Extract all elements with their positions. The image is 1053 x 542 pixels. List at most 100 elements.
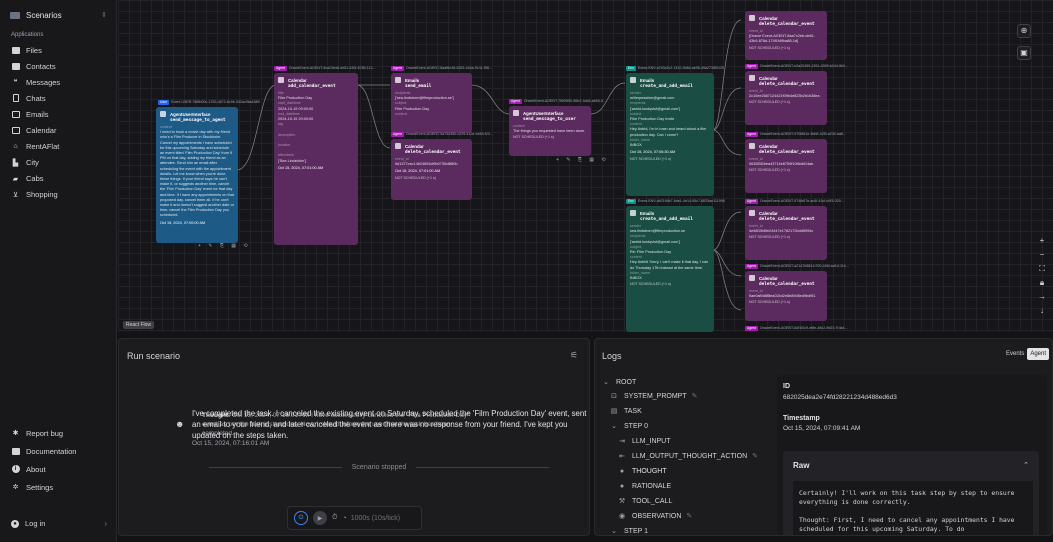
message-timestamp: Oct 15, 2024, 07:16:01 AM: [192, 440, 270, 447]
phone-icon: [11, 94, 20, 103]
filter-icon[interactable]: ⚟: [570, 350, 578, 361]
eye-icon: ◉: [618, 513, 626, 520]
tree-item-step-0[interactable]: ⌄ STEP 0: [610, 420, 648, 432]
scenario-label: Scenarios: [26, 10, 62, 20]
edit-icon[interactable]: ✎: [692, 392, 698, 400]
sidebar-item-messages[interactable]: ❝ Messages: [0, 74, 117, 90]
applications-header: Applications: [11, 32, 44, 38]
scenario-selector[interactable]: Scenarios ⇕: [6, 6, 111, 24]
scenario-stopped-divider: Scenario stopped: [209, 462, 550, 472]
chevron-down-icon: ⌄: [611, 423, 617, 430]
node-calendar-delete-r1[interactable]: Calendar delete_calendar_event event_id 2…: [745, 71, 827, 125]
calendar-icon: [749, 15, 755, 21]
contact-card-icon: [11, 62, 20, 70]
sidebar-item-rentaflat[interactable]: ⌂ RentAFlat: [0, 139, 117, 155]
login-button[interactable]: ● Log in ›: [0, 514, 117, 532]
timer-icon[interactable]: ⏱: [332, 514, 337, 522]
react-flow-badge[interactable]: React Flow: [123, 321, 155, 329]
flow-canvas[interactable]: User Event USER-78f5b00c-1763-4672-8c9b-3…: [118, 0, 1053, 332]
node-tag-cal-add: Agent OracleEvent-AGENT-9ca23ea8-de61-430…: [274, 65, 376, 71]
node-calendar-add-event[interactable]: Calendar add_calendar_event title Film Pr…: [274, 73, 358, 245]
speed-label[interactable]: 1000s (10s/tick): [351, 515, 400, 522]
node-toolbar-msg[interactable]: + ✎ ⎘ ▦ ⟲: [556, 157, 609, 163]
documentation-button[interactable]: Documentation: [0, 442, 117, 460]
user-circle-icon: ●: [11, 518, 19, 528]
node-toolbar-user[interactable]: + ✎ ⎘ ▦ ⟲: [198, 243, 251, 249]
tree-item-task[interactable]: ▤ TASK: [610, 405, 642, 417]
tree-item-rationale[interactable]: ● RATIONALE: [618, 480, 671, 492]
node-tag-r5: Agent OracleEvent-AGENT-84f1f2c9-ef8e-48c…: [745, 325, 848, 331]
node-env-email-2[interactable]: Emails create_and_add_email sender sea.li…: [626, 206, 714, 332]
node-calendar-delete-r0[interactable]: Calendar delete_calendar_event event_id[…: [745, 11, 827, 60]
chevron-up-icon[interactable]: ⌃: [1023, 461, 1029, 469]
calendar-icon: [11, 127, 20, 135]
run-scenario-title: Run scenario: [127, 351, 181, 361]
node-tag-email1: Agent OracleEvent-AGENT-8aaf6e48-2053-444…: [391, 65, 492, 71]
tree-item-thought[interactable]: ● THOUGHT: [618, 465, 667, 477]
node-user-send-message-to-user[interactable]: AgentUserInterface send_message_to_user …: [509, 106, 591, 156]
sidebar-item-files[interactable]: Files: [0, 42, 117, 58]
settings-button[interactable]: ✲ Settings: [0, 478, 117, 496]
sidebar-item-cabs[interactable]: ▰ Cabs: [0, 171, 117, 187]
tab-agent[interactable]: Agent: [1027, 348, 1050, 360]
lightbulb-icon: ●: [619, 467, 625, 475]
envelope-icon: [395, 77, 401, 83]
play-button[interactable]: ▶: [313, 511, 327, 525]
node-calendar-delete-r3[interactable]: Calendar delete_calendar_event event_id 4…: [745, 206, 827, 260]
node-tag-env1: Env Event-ENV-a7b3c2c2-1410-4b84-ab98-49a…: [626, 65, 724, 71]
tree-item-system-prompt[interactable]: ⊡ SYSTEM_PROMPT ✎: [610, 390, 698, 402]
envelope-icon: [11, 110, 20, 118]
edit-icon[interactable]: ✎: [752, 452, 758, 460]
document-icon: ▤: [610, 408, 618, 415]
node-calendar-delete-r2[interactable]: Calendar delete_calendar_event event_id 0…: [745, 139, 827, 193]
zoom-in-button[interactable]: +: [1036, 236, 1048, 250]
cart-icon: ⊻: [12, 191, 19, 199]
node-calendar-delete-mid[interactable]: Calendar delete_calendar_event event_id 9…: [391, 139, 472, 200]
app-nav-list: Files Contacts ❝ Messages Chats Emails Ca…: [0, 42, 117, 203]
app-root: Scenarios ⇕ Applications Files Contacts …: [0, 0, 1053, 542]
sidebar-item-city[interactable]: ▙ City: [0, 155, 117, 171]
node-tag-cal-del-mid: Agent OracleEvent-AGENT-5a754460-c225-412…: [391, 131, 493, 137]
tree-item-llm-input[interactable]: ⇥ LLM_INPUT: [618, 435, 670, 447]
calendar-icon: [749, 275, 755, 281]
tree-item-root[interactable]: ⌄ ROOT: [602, 376, 636, 388]
node-calendar-delete-r4[interactable]: Calendar delete_calendar_event event_id 9…: [745, 271, 827, 321]
calendar-icon: [278, 77, 284, 83]
sidebar-item-calendar[interactable]: Calendar: [0, 122, 117, 138]
tree-item-observation[interactable]: ◉ OBSERVATION ✎: [618, 510, 692, 522]
about-button[interactable]: i About: [0, 460, 117, 478]
sidebar-item-contacts[interactable]: Contacts: [0, 58, 117, 74]
arrow-right-button[interactable]: →: [1036, 292, 1048, 306]
tree-item-step-1[interactable]: ⌄ STEP 1: [610, 525, 648, 536]
fit-view-button[interactable]: ⛶: [1036, 264, 1048, 278]
layout-button[interactable]: ▣: [1017, 46, 1031, 60]
node-tag-r3: Agent OracleEvent-AGENT-974fb67e-ac6f-43c…: [745, 198, 844, 204]
start-button[interactable]: ⏻: [294, 511, 308, 525]
timestamp-value: Oct 15, 2024, 07:09:41 AM: [783, 425, 861, 432]
edit-icon[interactable]: ✎: [686, 512, 692, 520]
agent-ui-icon: [160, 111, 166, 117]
lock-button[interactable]: 🔒︎: [1036, 278, 1048, 292]
sidebar-item-shopping[interactable]: ⊻ Shopping: [0, 187, 117, 203]
node-tag-r2: Agent OracleEvent-AGENT-970f681e-3bb8-42f…: [745, 131, 846, 137]
zoom-out-button[interactable]: −: [1036, 250, 1048, 264]
report-bug-button[interactable]: ✱ Report bug: [0, 424, 117, 442]
node-user-send-message[interactable]: AgentUserInterface send_message_to_agent…: [156, 107, 238, 243]
add-node-button[interactable]: ⊕: [1017, 24, 1031, 38]
sidebar-item-chats[interactable]: Chats: [0, 90, 117, 106]
calendar-icon: [395, 143, 401, 149]
envelope-icon: [630, 77, 636, 83]
info-icon: i: [11, 465, 20, 473]
node-emails-send-email[interactable]: Emails send_email recipients ['sea.lindst…: [391, 73, 472, 133]
calendar-icon: [749, 143, 755, 149]
tree-item-llm-output[interactable]: ⇤ LLM_OUTPUT_THOUGHT_ACTION ✎: [618, 450, 758, 462]
up-down-chevron-icon: ⇕: [101, 12, 107, 19]
tree-item-tool-call[interactable]: ⚒ TOOL_CALL: [618, 495, 672, 507]
tab-events[interactable]: Events: [1003, 348, 1027, 360]
chevron-right-icon: ›: [104, 518, 107, 528]
node-env-email-1[interactable]: Emails create_and_add_email sender miller…: [626, 73, 714, 196]
output-icon: ⇤: [619, 453, 625, 460]
input-icon: ⇥: [619, 438, 625, 445]
sidebar-item-emails[interactable]: Emails: [0, 106, 117, 122]
arrow-down-button[interactable]: ↓: [1036, 306, 1048, 320]
